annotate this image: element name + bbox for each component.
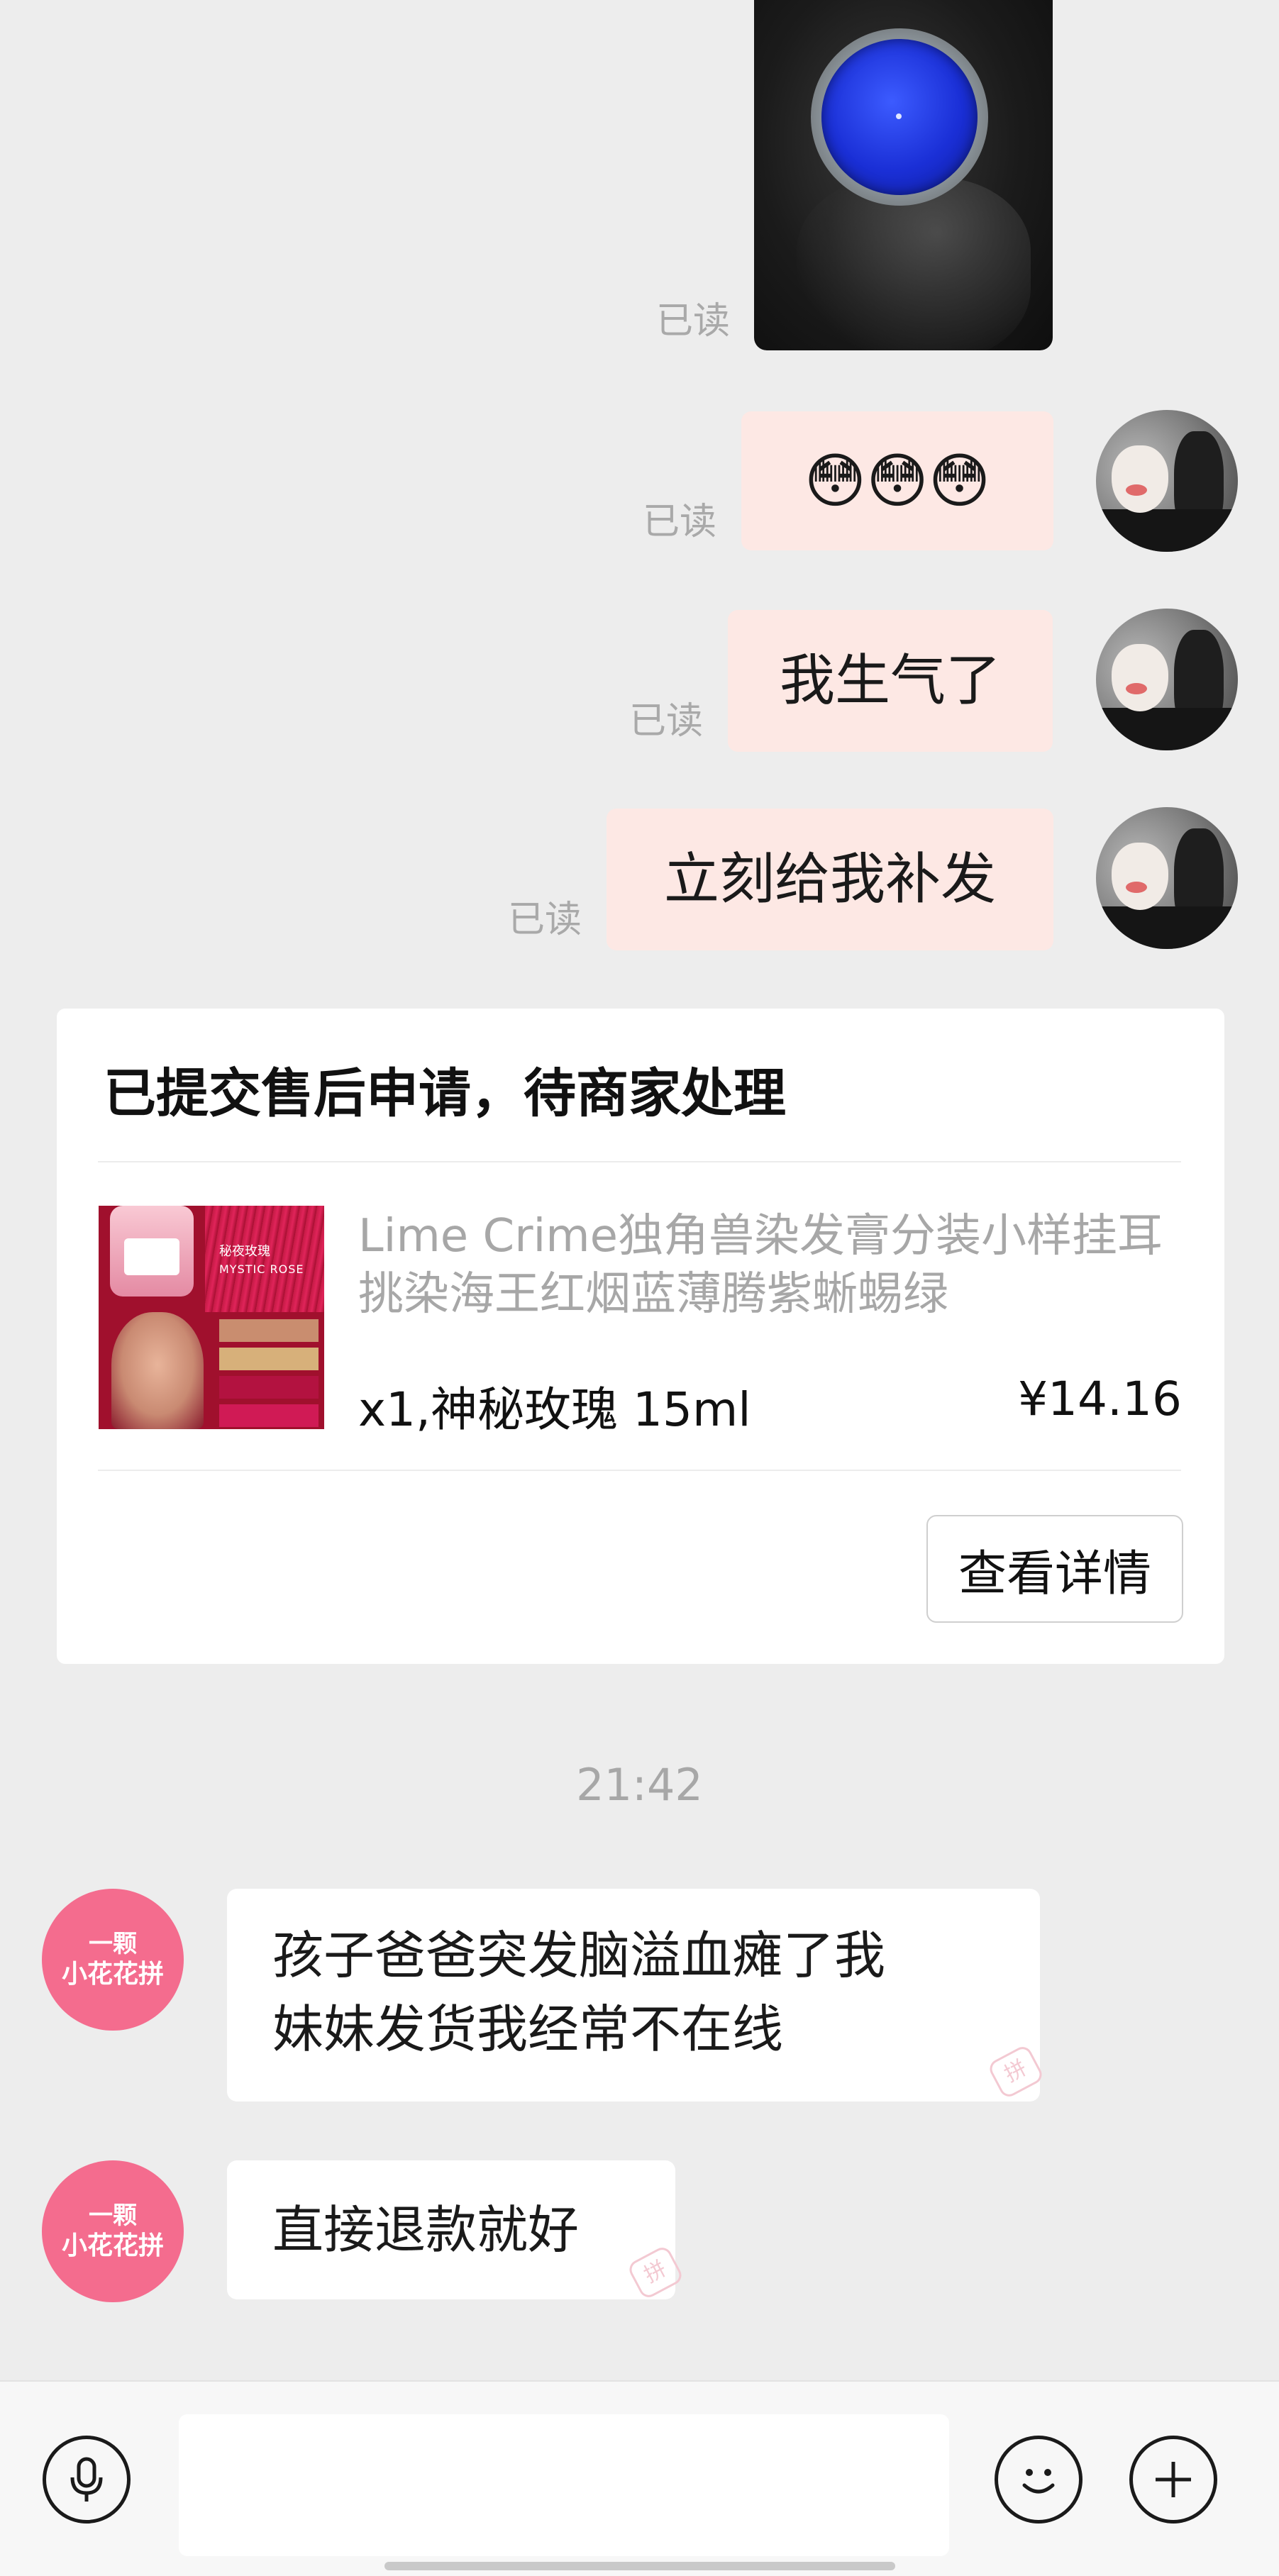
after-sales-card[interactable]: 已提交售后申请，待商家处理 秘夜玫瑰 MYSTIC ROSE Lime Crim… (57, 1009, 1224, 1664)
read-status: 已读 (508, 899, 582, 941)
message-bubble[interactable]: 立刻给我补发 (607, 809, 1053, 950)
avatar-text: 一颗 (89, 2202, 137, 2230)
view-details-button[interactable]: 查看详情 (926, 1515, 1183, 1623)
my-avatar[interactable] (1096, 410, 1238, 552)
message-text: 我生气了 (779, 649, 1001, 713)
message-text: 孩子爸爸突发脑溢血瘫了我 (272, 1926, 886, 1985)
message-input[interactable] (179, 2414, 949, 2556)
thumbnail-text: 秘夜玫瑰 (219, 1244, 270, 1259)
emoji-icon[interactable] (995, 2436, 1083, 2524)
sent-image[interactable] (754, 0, 1053, 350)
read-status: 已读 (643, 501, 717, 543)
my-avatar[interactable] (1096, 807, 1238, 949)
divider (98, 1161, 1181, 1162)
divider (98, 1470, 1181, 1471)
thumbnail-text: MYSTIC ROSE (219, 1262, 304, 1276)
read-status: 已读 (629, 700, 704, 743)
avatar-text: 小花花拼 (61, 2231, 164, 2260)
input-bar (0, 2380, 1279, 2576)
message-bubble[interactable]: 我生气了 (728, 610, 1053, 752)
product-thumbnail[interactable]: 秘夜玫瑰 MYSTIC ROSE (99, 1206, 324, 1429)
my-avatar[interactable] (1096, 609, 1238, 750)
shop-avatar[interactable]: 一颗 小花花拼 (42, 1889, 184, 2031)
card-title: 已提交售后申请，待商家处理 (104, 1063, 786, 1124)
message-bubble[interactable]: 直接退款就好 拼 (227, 2160, 685, 2301)
avatar-text: 小花花拼 (61, 1959, 164, 1989)
product-title[interactable]: Lime Crime独角兽染发膏分装小样挂耳挑染海王红烟蓝薄腾紫蜥蜴绿 (358, 1207, 1195, 1323)
shop-avatar[interactable]: 一颗 小花花拼 (42, 2160, 184, 2302)
pin-watermark-icon: 拼 (626, 2244, 685, 2301)
plus-icon[interactable] (1129, 2436, 1217, 2524)
message-text: 直接退款就好 (272, 2200, 580, 2260)
home-indicator[interactable] (384, 2562, 895, 2570)
product-price: ¥14.16 (1018, 1372, 1182, 1426)
read-status: 已读 (656, 300, 731, 343)
message-text: 立刻给我补发 (663, 848, 996, 911)
product-spec: x1,神秘玫瑰 15ml (358, 1382, 751, 1437)
message-text: 妹妹发货我经常不在线 (272, 1999, 784, 2059)
message-bubble[interactable]: 孩子爸爸突发脑溢血瘫了我 妹妹发货我经常不在线 拼 (227, 1889, 1046, 2102)
flushed-face-emoji: 😳😳😳 (804, 446, 991, 516)
microphone-icon[interactable] (43, 2436, 131, 2524)
pin-watermark-icon: 拼 (986, 2043, 1046, 2100)
timestamp: 21:42 (576, 1759, 703, 1811)
message-bubble-emoji[interactable]: 😳😳😳 (741, 411, 1053, 550)
avatar-text: 一颗 (89, 1930, 137, 1958)
